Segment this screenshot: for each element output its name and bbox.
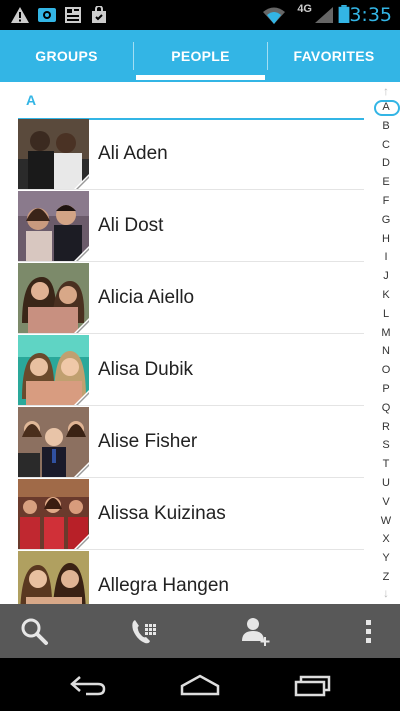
contact-name: Alisa Dubik — [98, 359, 194, 380]
index-letter-q[interactable]: Q — [372, 402, 400, 414]
contact-name: Alise Fisher — [98, 431, 198, 452]
contact-photo[interactable] — [18, 263, 89, 333]
contact-row[interactable]: Ali Dost — [18, 190, 364, 262]
back-button[interactable] — [58, 666, 118, 704]
tab-favorites[interactable]: FAVORITES — [268, 30, 400, 82]
contact-row[interactable]: Alissa Kuizinas — [18, 478, 364, 550]
index-letter-s[interactable]: S — [372, 439, 400, 451]
contact-name: Alicia Aiello — [98, 287, 195, 308]
overflow-menu-button[interactable] — [338, 604, 398, 658]
warning-icon — [11, 7, 29, 23]
contact-photo[interactable] — [18, 191, 89, 261]
index-letter-z[interactable]: Z — [372, 571, 400, 583]
index-letter-m[interactable]: M — [372, 327, 400, 339]
search-icon — [21, 618, 48, 645]
dialpad-icon — [132, 620, 156, 644]
signal-icon — [315, 7, 333, 23]
index-letter-g[interactable]: G — [372, 214, 400, 226]
contact-row[interactable]: Ali Aden — [18, 118, 364, 190]
shopping-bag-icon — [92, 6, 106, 23]
tab-people[interactable]: PEOPLE — [134, 30, 267, 82]
search-button[interactable] — [4, 604, 64, 658]
index-letter-i[interactable]: I — [372, 251, 400, 263]
index-letter-w[interactable]: W — [372, 515, 400, 527]
tab-groups[interactable]: GROUPS — [0, 30, 133, 82]
tab-bar: GROUPS PEOPLE FAVORITES — [0, 30, 400, 82]
contact-row[interactable]: Alisa Dubik — [18, 334, 364, 406]
recent-apps-button[interactable] — [282, 666, 342, 704]
wifi-icon — [263, 7, 285, 24]
index-letter-p[interactable]: P — [372, 383, 400, 395]
dialpad-button[interactable] — [114, 604, 174, 658]
index-letter-o[interactable]: O — [372, 364, 400, 376]
add-contact-icon — [242, 618, 270, 646]
index-letter-n[interactable]: N — [372, 345, 400, 357]
index-letter-r[interactable]: R — [372, 421, 400, 433]
alphabet-index[interactable]: ↑ ↓ ABCDEFGHIJKLMNOPQRSTUVWXYZ — [372, 84, 400, 604]
index-letter-k[interactable]: K — [372, 289, 400, 301]
contact-list[interactable]: Ali Aden Ali Dost Alicia Aiello Alisa Du… — [18, 118, 364, 604]
index-letter-b[interactable]: B — [372, 120, 400, 132]
index-letter-l[interactable]: L — [372, 308, 400, 320]
index-letter-c[interactable]: C — [372, 139, 400, 151]
index-letter-t[interactable]: T — [372, 458, 400, 470]
index-letter-e[interactable]: E — [372, 176, 400, 188]
tab-favorites-label: FAVORITES — [293, 48, 375, 64]
contact-photo[interactable] — [18, 479, 89, 549]
index-letter-f[interactable]: F — [372, 195, 400, 207]
status-time: 3:35 — [349, 4, 392, 26]
index-letter-v[interactable]: V — [372, 496, 400, 508]
tab-people-label: PEOPLE — [171, 48, 230, 64]
back-icon — [70, 676, 106, 696]
index-letter-h[interactable]: H — [372, 233, 400, 245]
index-letter-u[interactable]: U — [372, 477, 400, 489]
battery-icon — [338, 5, 350, 23]
home-icon — [180, 674, 220, 696]
contact-photo[interactable] — [18, 119, 89, 189]
index-up-arrow-icon: ↑ — [383, 84, 389, 98]
contact-photo[interactable] — [18, 335, 89, 405]
contact-row[interactable]: Allegra Hangen — [18, 550, 364, 604]
contact-photo[interactable] — [18, 407, 89, 477]
network-type-label: 4G — [297, 3, 312, 15]
contact-name: Allegra Hangen — [98, 575, 229, 596]
tab-groups-label: GROUPS — [35, 48, 98, 64]
recent-apps-icon — [294, 675, 331, 697]
index-down-arrow-icon: ↓ — [383, 586, 389, 600]
index-letter-a[interactable]: A — [372, 101, 400, 113]
add-contact-button[interactable] — [226, 604, 286, 658]
contact-name: Alissa Kuizinas — [98, 503, 226, 524]
camera-notification-icon — [38, 8, 56, 22]
action-bar — [0, 604, 400, 658]
section-header: A — [18, 90, 364, 120]
navigation-bar — [0, 658, 400, 711]
index-letter-x[interactable]: X — [372, 533, 400, 545]
home-button[interactable] — [170, 666, 230, 704]
contact-name: Ali Dost — [98, 215, 164, 236]
contact-row[interactable]: Alicia Aiello — [18, 262, 364, 334]
overflow-menu-icon — [366, 620, 371, 643]
contact-photo[interactable] — [18, 551, 89, 604]
index-letter-y[interactable]: Y — [372, 552, 400, 564]
contact-row[interactable]: Alise Fisher — [18, 406, 364, 478]
index-letter-j[interactable]: J — [372, 270, 400, 282]
contact-name: Ali Aden — [98, 143, 168, 164]
section-letter: A — [26, 92, 37, 108]
status-bar: 4G 3:35 — [0, 0, 400, 30]
news-notification-icon — [65, 7, 81, 23]
index-letter-d[interactable]: D — [372, 157, 400, 169]
